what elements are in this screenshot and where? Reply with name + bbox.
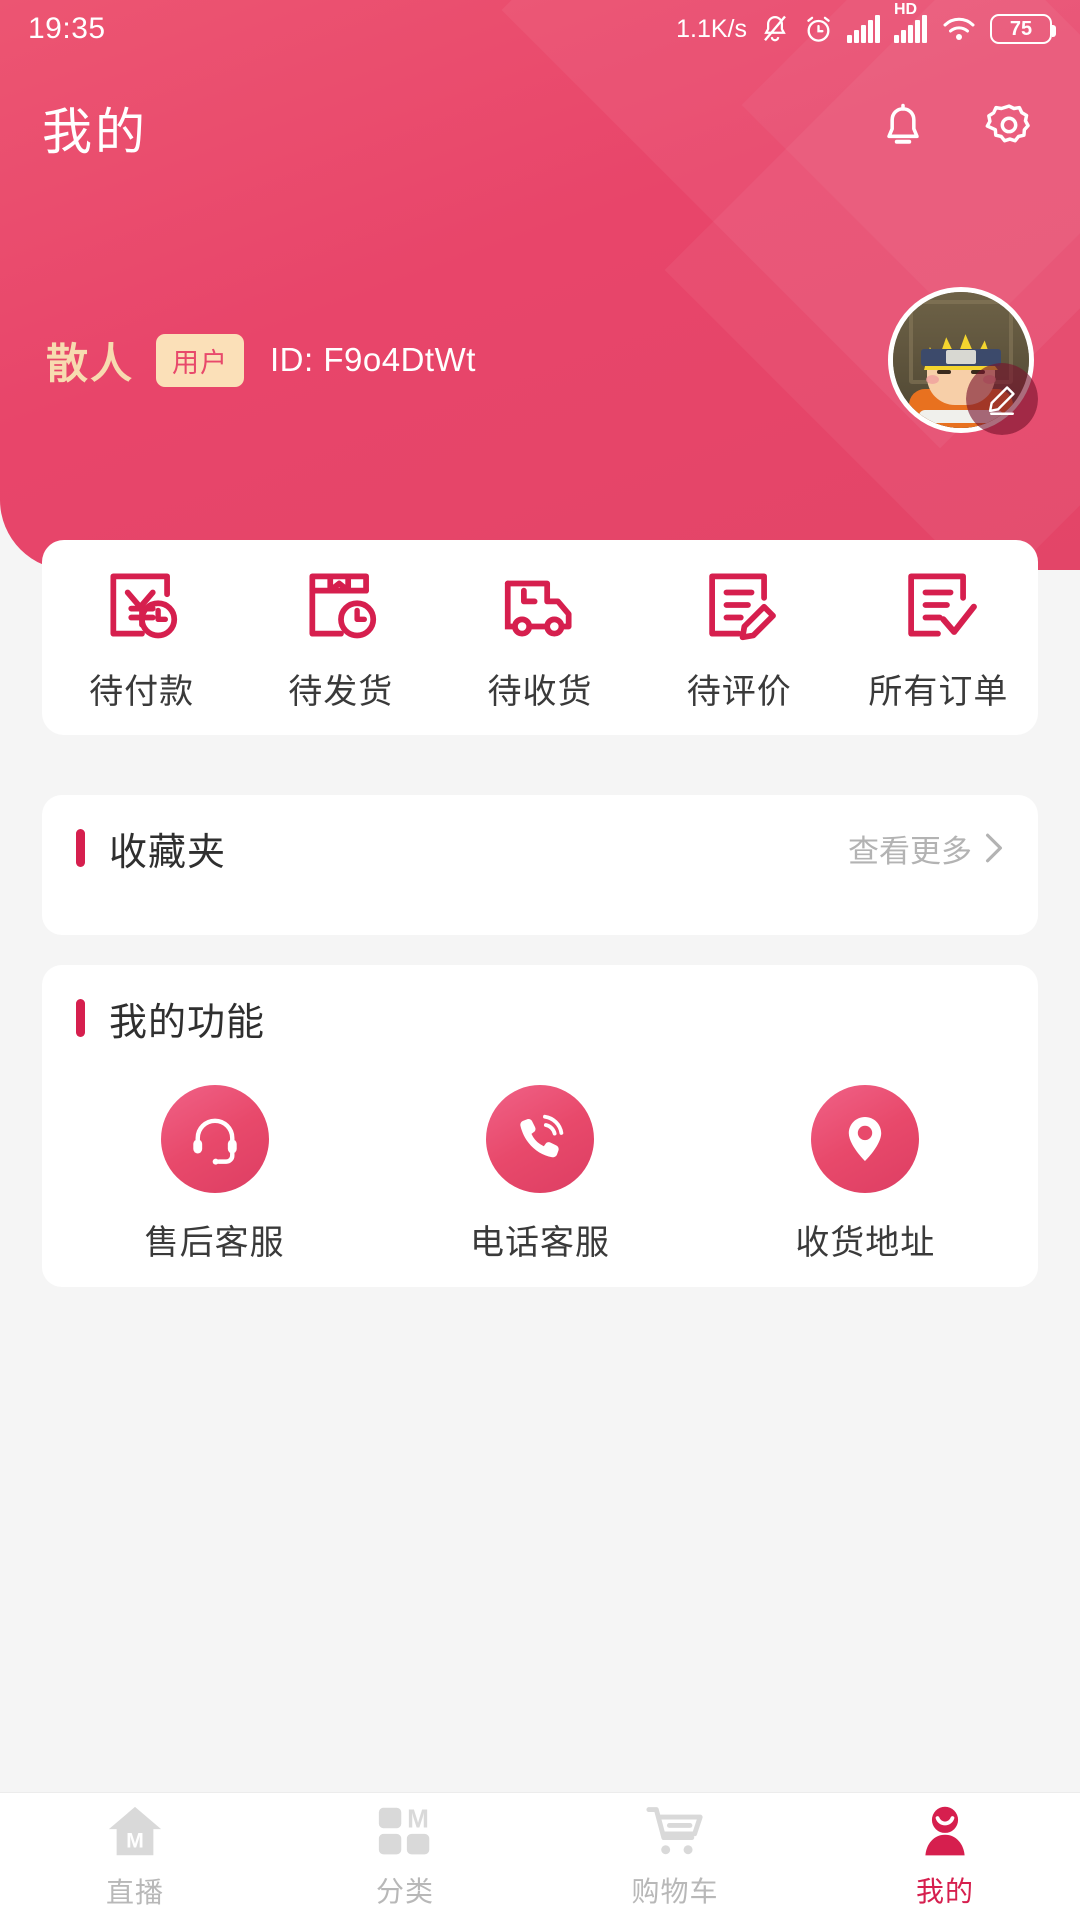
settings-button[interactable] (980, 99, 1038, 157)
order-item-pending-review[interactable]: 待评价 (640, 562, 839, 713)
status-bar: 19:35 1.1K/s HD 75 (0, 0, 1080, 58)
user-profile-icon (925, 1806, 965, 1855)
svg-text:M: M (407, 1804, 429, 1833)
hd-signal-icon (894, 15, 927, 43)
favorites-view-more[interactable]: 查看更多 (848, 826, 1004, 871)
battery-icon: 75 (990, 14, 1056, 44)
mute-bell-icon (764, 15, 786, 42)
section-marker (76, 999, 85, 1037)
delivery-truck-icon (504, 580, 572, 637)
favorites-title: 收藏夹 (109, 831, 227, 874)
order-item-pending-shipment[interactable]: 待发货 (241, 562, 440, 713)
nav-label: 我的 (915, 1875, 974, 1907)
favorites-header: 收藏夹 查看更多 (42, 795, 1038, 901)
order-item-pending-receipt[interactable]: 待收货 (440, 562, 639, 713)
title-actions (874, 99, 1038, 157)
function-label: 电话客服 (469, 1224, 610, 1262)
function-item-after-sales[interactable]: 售后客服 (52, 1085, 377, 1264)
svg-text:M: M (126, 1828, 144, 1852)
avatar-headband-plate (946, 350, 976, 365)
battery-level: 75 (1009, 18, 1033, 40)
function-item-phone-service[interactable]: 电话客服 (377, 1085, 702, 1264)
home-live-icon: M (108, 1806, 162, 1855)
avatar-cheek-left (925, 374, 939, 384)
signal-bars-icon (847, 15, 880, 43)
function-icon-circle (160, 1085, 269, 1193)
user-id: ID: F9o4DtWt (270, 341, 476, 378)
title-bar: 我的 (0, 78, 1080, 178)
nav-item-category[interactable]: M 分类 (270, 1804, 540, 1910)
wifi-icon (943, 17, 975, 40)
order-label: 待发货 (288, 673, 394, 711)
user-type-badge: 用户 (156, 333, 245, 387)
grid-category-icon: M (378, 1804, 430, 1854)
order-item-pending-payment[interactable]: 待付款 (42, 562, 241, 713)
status-bar-icons: 1.1K/s HD 75 (676, 1, 1056, 45)
map-pin-icon (849, 1116, 882, 1162)
shopping-cart-icon (646, 1806, 703, 1854)
headset-icon (192, 1118, 237, 1165)
profile-page: 19:35 1.1K/s HD 75 我的 散人 用户 ID: F9o4DtWt… (0, 0, 1080, 1920)
section-marker (76, 829, 85, 867)
profile-row: 散人 用户 ID: F9o4DtWt (0, 280, 1080, 440)
phone-call-icon (520, 1114, 564, 1158)
bottom-navigation: M 直播 M 分类 购物车 我的 (0, 1792, 1080, 1920)
pencil-icon (988, 386, 1015, 415)
function-label: 收货地址 (795, 1224, 936, 1262)
function-icon-circle (811, 1085, 920, 1193)
page-title: 我的 (42, 104, 148, 160)
my-functions-title: 我的功能 (109, 1001, 266, 1044)
status-bar-time: 19:35 (28, 12, 106, 45)
my-functions-header: 我的功能 (42, 965, 1038, 1071)
order-label: 待收货 (487, 673, 593, 711)
favorites-card: 收藏夹 查看更多 (42, 795, 1038, 935)
edit-avatar-button[interactable] (966, 363, 1038, 435)
notification-button[interactable] (874, 99, 932, 157)
order-label: 待评价 (686, 673, 792, 711)
nav-item-profile[interactable]: 我的 (810, 1804, 1080, 1910)
my-functions-row: 售后客服 电话客服 收货地址 (42, 1085, 1038, 1264)
alarm-clock-icon (807, 16, 830, 42)
username: 散人 (46, 339, 135, 387)
hd-label: HD (894, 1, 918, 18)
payment-pending-icon (110, 573, 177, 639)
nav-item-live[interactable]: M 直播 (0, 1803, 270, 1911)
nav-item-cart[interactable]: 购物车 (540, 1804, 810, 1910)
function-icon-circle (485, 1085, 594, 1193)
nav-label: 分类 (375, 1875, 434, 1907)
my-functions-card: 我的功能 售后客服 电话客服 收货地址 (42, 965, 1038, 1287)
avatar-wrapper[interactable] (888, 287, 1038, 435)
view-more-label: 查看更多 (848, 833, 972, 869)
package-pending-icon (309, 573, 376, 639)
function-item-shipping-address[interactable]: 收货地址 (703, 1085, 1028, 1264)
order-label: 所有订单 (868, 673, 1009, 711)
review-pencil-icon (709, 573, 777, 641)
chevron-right-icon (986, 833, 1002, 863)
nav-label: 购物车 (631, 1875, 719, 1907)
nav-label: 直播 (105, 1876, 164, 1908)
order-check-icon (908, 573, 978, 637)
gear-icon (985, 104, 1030, 143)
order-item-all-orders[interactable]: 所有订单 (839, 562, 1038, 713)
order-status-card: 待付款 待发货 待收货 待评价 所有订单 (42, 540, 1038, 735)
function-label: 售后客服 (144, 1224, 285, 1262)
order-label: 待付款 (89, 673, 195, 711)
avatar-eye-left (936, 369, 951, 374)
network-speed-label: 1.1K/s (676, 14, 747, 43)
bell-icon (887, 103, 919, 144)
